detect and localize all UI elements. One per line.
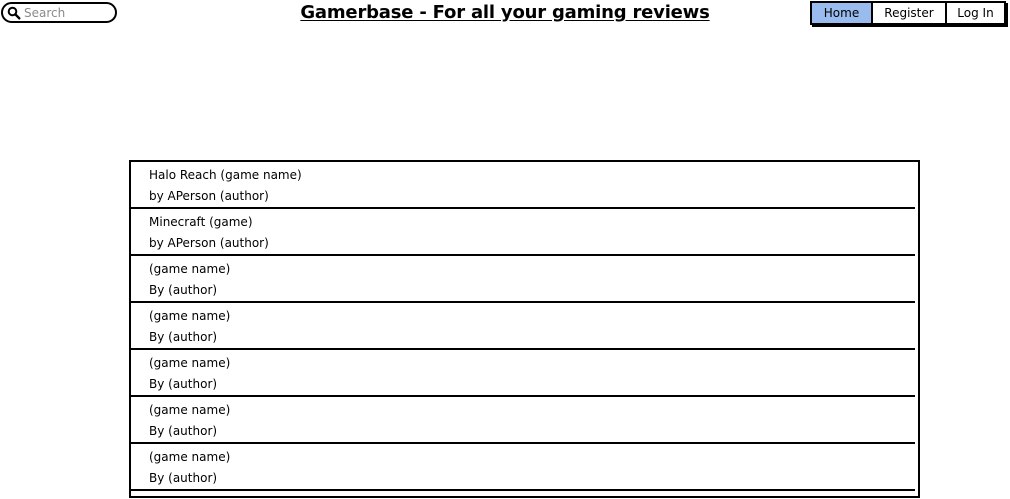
list-item[interactable]: Minecraft (game) by APerson (author) (131, 209, 915, 256)
game-name: (game name) (149, 450, 231, 464)
list-item[interactable]: (game name) By (author) (131, 350, 915, 397)
list-item[interactable]: (game name) By (author) (131, 303, 915, 350)
game-name: (game name) (149, 403, 231, 417)
author-name: by APerson (author) (149, 236, 269, 250)
game-name: (game name) (149, 262, 231, 276)
game-name: (game name) (149, 356, 231, 370)
author-name: By (author) (149, 377, 218, 391)
author-name: By (author) (149, 471, 218, 485)
author-name: by APerson (author) (149, 189, 269, 203)
login-button[interactable]: Log In (945, 3, 1004, 23)
home-button[interactable]: Home (812, 3, 871, 23)
game-name: Halo Reach (game name) (149, 168, 302, 182)
list-item[interactable]: (game name) By (author) (131, 444, 915, 491)
review-list: Halo Reach (game name) by APerson (autho… (129, 160, 920, 498)
list-item[interactable]: Halo Reach (game name) by APerson (autho… (131, 162, 915, 209)
game-name: Minecraft (game) (149, 215, 253, 229)
list-item[interactable]: (game name) By (author) (131, 256, 915, 303)
author-name: By (author) (149, 330, 218, 344)
nav-button-group: Home Register Log In (810, 1, 1006, 25)
author-name: By (author) (149, 283, 218, 297)
register-button[interactable]: Register (871, 3, 945, 23)
game-name: (game name) (149, 309, 231, 323)
author-name: By (author) (149, 424, 218, 438)
list-item[interactable]: (game name) By (author) (131, 397, 915, 444)
